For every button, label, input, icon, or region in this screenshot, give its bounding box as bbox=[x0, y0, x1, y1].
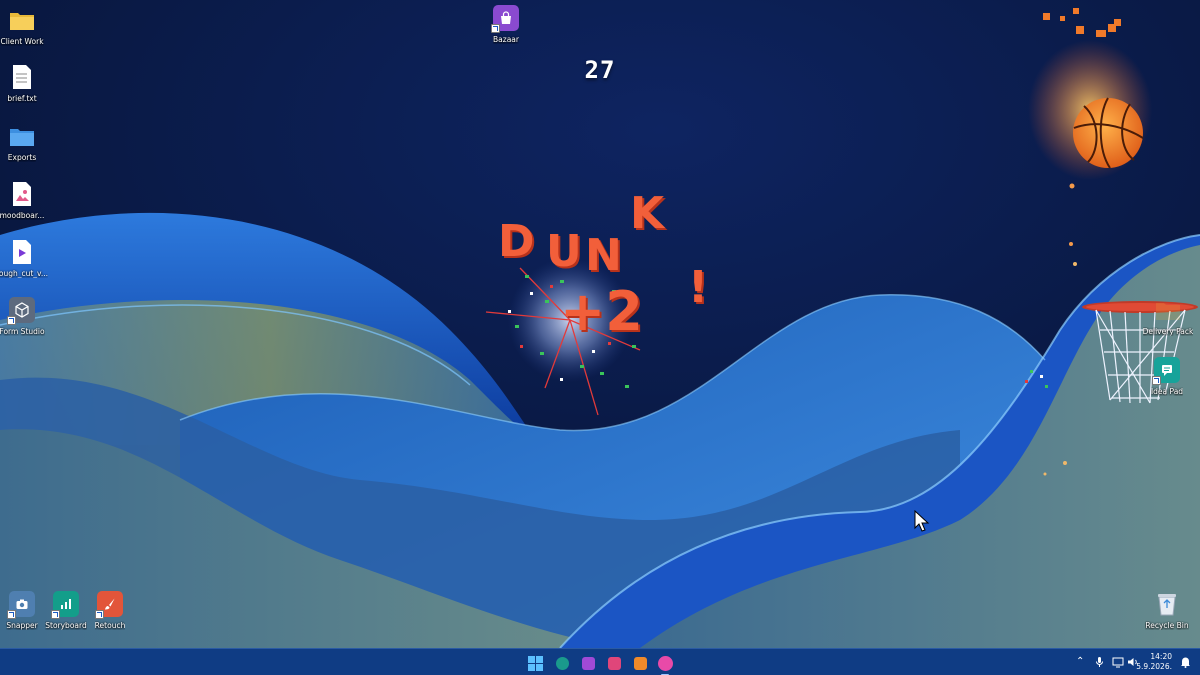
shortcut-arrow-icon bbox=[1152, 376, 1161, 385]
image-file-icon bbox=[8, 180, 36, 208]
taskbar-app-media[interactable] bbox=[578, 653, 598, 673]
desktop-icon-brief-txt[interactable]: brief.txt bbox=[0, 63, 60, 103]
folder-icon bbox=[8, 122, 36, 150]
shortcut-arrow-icon bbox=[7, 610, 16, 619]
notification-bell-icon[interactable] bbox=[1180, 656, 1191, 672]
dunk-letter-k: K bbox=[630, 188, 665, 239]
dunk-letter-n: N bbox=[585, 230, 622, 281]
folder-icon bbox=[8, 6, 36, 34]
desktop: Client Work brief.txt Exports moodboar..… bbox=[0, 0, 1200, 648]
recycle-bin-icon bbox=[1153, 590, 1181, 618]
desktop-icon-delivery-pack[interactable]: Delivery Pack bbox=[1130, 296, 1200, 336]
desktop-icon-bazaar[interactable]: Bazaar bbox=[468, 4, 544, 44]
desktop-icon-form-studio[interactable]: Form Studio bbox=[0, 296, 60, 336]
clock-date: 5.9.2026. bbox=[1136, 662, 1172, 671]
shortcut-arrow-icon bbox=[95, 610, 104, 619]
desktop-icon-moodboard[interactable]: moodboar... bbox=[0, 180, 60, 220]
purple-app-icon bbox=[581, 656, 595, 670]
shortcut-arrow-icon bbox=[491, 24, 500, 33]
desktop-icon-idea-pad[interactable]: Idea Pad bbox=[1129, 356, 1200, 396]
microphone-icon[interactable] bbox=[1095, 656, 1104, 672]
dunk-letter-d: D bbox=[498, 216, 535, 267]
taskbar-app-browser[interactable] bbox=[552, 653, 572, 673]
clock-time: 14:20 bbox=[1150, 652, 1172, 661]
video-file-icon bbox=[8, 238, 36, 266]
game-blob-icon bbox=[657, 655, 673, 671]
desktop-icon-client-work[interactable]: Client Work bbox=[0, 6, 60, 46]
desktop-icon-exports[interactable]: Exports bbox=[0, 122, 60, 162]
taskbar: ⌃ 14:20 5.9.2026. bbox=[0, 648, 1200, 675]
dunk-letter-u: U bbox=[546, 226, 582, 277]
windows-logo-icon bbox=[527, 655, 543, 671]
desktop-icon-rough-cut[interactable]: rough_cut_v... bbox=[0, 238, 60, 278]
system-clock[interactable]: 14:20 5.9.2026. bbox=[1136, 652, 1172, 672]
desktop-icon-recycle-bin[interactable]: Recycle Bin bbox=[1129, 590, 1200, 630]
taskbar-app-photos[interactable] bbox=[604, 653, 624, 673]
mouse-cursor-icon bbox=[914, 510, 930, 532]
desktop-icon-retouch[interactable]: Retouch bbox=[72, 590, 148, 630]
shortcut-arrow-icon bbox=[51, 610, 60, 619]
game-score: 27 bbox=[584, 56, 616, 84]
folder-icon bbox=[1154, 296, 1182, 324]
globe-icon bbox=[555, 656, 569, 670]
show-hidden-icons-chevron-icon[interactable]: ⌃ bbox=[1076, 656, 1084, 668]
display-network-icon[interactable] bbox=[1112, 656, 1124, 672]
text-file-icon bbox=[8, 63, 36, 91]
shortcut-arrow-icon bbox=[7, 316, 16, 325]
photos-icon bbox=[607, 656, 621, 670]
notes-icon bbox=[633, 656, 647, 670]
taskbar-app-notes[interactable] bbox=[630, 653, 650, 673]
taskbar-app-game[interactable] bbox=[655, 653, 675, 675]
bonus-points-text: +2 bbox=[560, 280, 643, 343]
start-button[interactable] bbox=[525, 653, 545, 673]
dunk-letter-exclamation: ! bbox=[688, 262, 709, 313]
